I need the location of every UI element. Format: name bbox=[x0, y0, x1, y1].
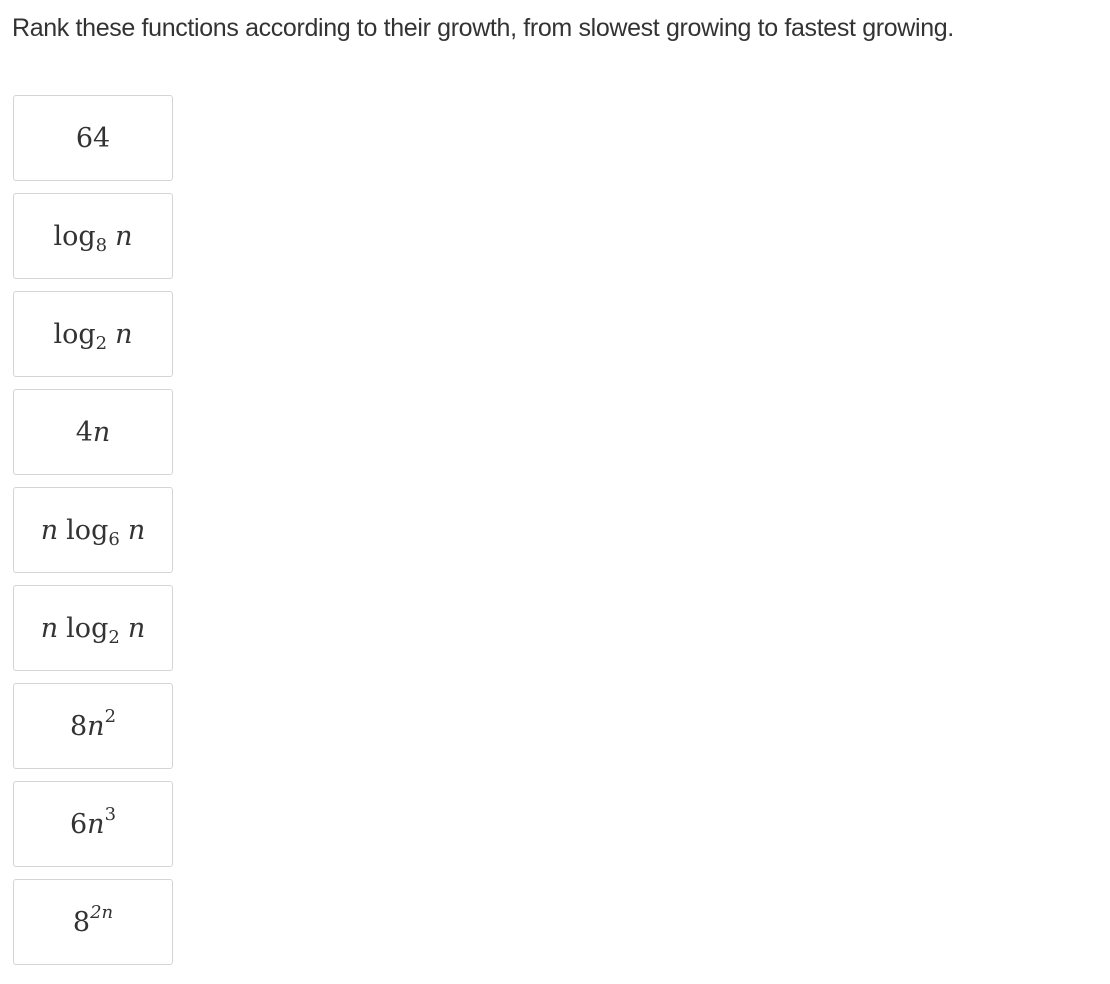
question-prompt: Rank these functions according to their … bbox=[12, 14, 954, 42]
function-card-4[interactable]: 4n bbox=[13, 389, 173, 475]
function-card-5[interactable]: n log6 n bbox=[13, 487, 173, 573]
function-expression: 8n2 bbox=[69, 705, 117, 742]
function-card-1[interactable]: 64 bbox=[13, 95, 173, 181]
function-expression: 64 bbox=[75, 122, 111, 154]
function-card-9[interactable]: 82n bbox=[13, 879, 173, 965]
function-card-3[interactable]: log2 n bbox=[13, 291, 173, 377]
function-expression: 4n bbox=[75, 416, 111, 448]
function-expression: log2 n bbox=[53, 318, 133, 354]
function-card-2[interactable]: log8 n bbox=[13, 193, 173, 279]
function-expression: 82n bbox=[72, 901, 114, 938]
function-expression: log8 n bbox=[53, 220, 133, 256]
function-card-8[interactable]: 6n3 bbox=[13, 781, 173, 867]
function-card-6[interactable]: n log2 n bbox=[13, 585, 173, 671]
function-expression: n log2 n bbox=[40, 612, 146, 648]
ranking-list: 64 log8 n log2 n 4n n log6 n n log2 n 8n2 6n3 … bbox=[13, 95, 173, 977]
function-expression: n log6 n bbox=[40, 514, 146, 550]
function-card-7[interactable]: 8n2 bbox=[13, 683, 173, 769]
function-expression: 6n3 bbox=[69, 803, 117, 840]
